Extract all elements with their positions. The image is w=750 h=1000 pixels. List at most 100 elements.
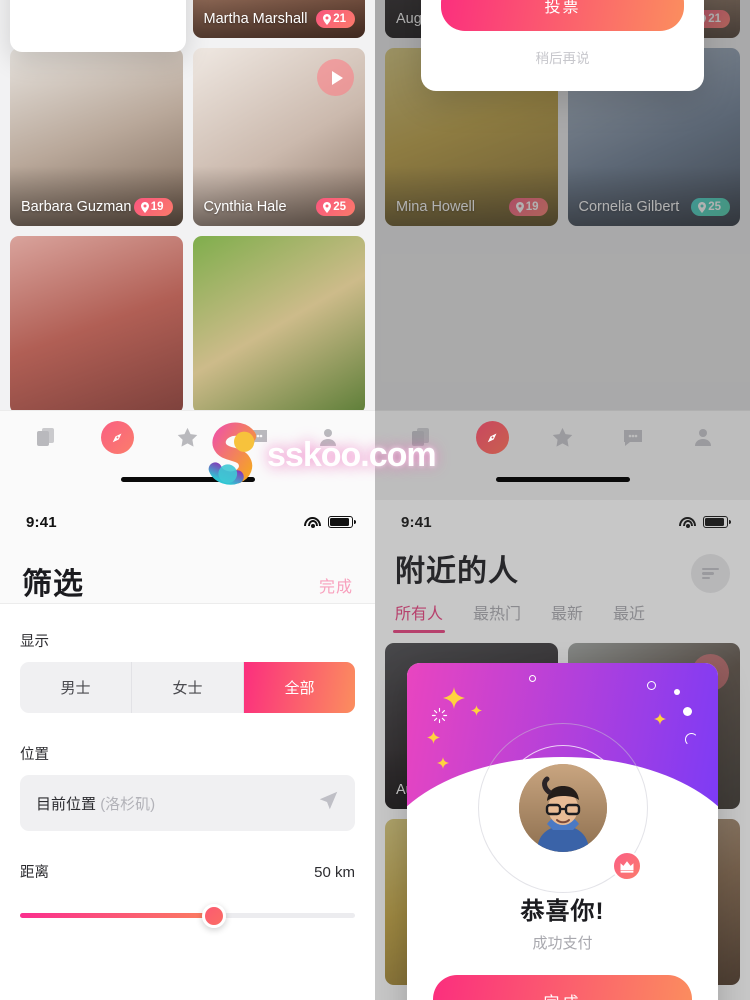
wifi-icon (304, 516, 321, 529)
profile-name: Cynthia Hale (203, 199, 287, 215)
segment-female[interactable]: 女士 (132, 662, 244, 713)
tab-cards[interactable] (387, 425, 457, 449)
discover-left-grid: Martha Marshall 21 Barbara Guzman 19 Cyn… (0, 0, 375, 414)
slider-thumb[interactable] (202, 904, 227, 928)
sparkle-icon (437, 757, 449, 769)
segment-male[interactable]: 男士 (20, 662, 132, 713)
person-icon (316, 425, 340, 449)
location-pin-icon (140, 201, 149, 213)
compass-icon (100, 420, 134, 454)
age-value: 25 (333, 201, 346, 213)
success-title: 恭喜你! (520, 898, 605, 925)
panel-discover-right: Aug 21 Mina Howell 19 Cornelia Gilbert 2… (375, 0, 750, 500)
profile-photo (10, 236, 183, 414)
star-icon (550, 425, 575, 450)
tab-messages[interactable] (598, 425, 668, 449)
filter-header: 筛选 完成 (0, 544, 375, 604)
done-button[interactable]: 完成 (433, 975, 692, 1000)
distance-slider[interactable] (20, 904, 355, 928)
filter-body: 显示 男士 女士 全部 位置 目前位置 (洛杉矶) 距离 50 km (0, 604, 375, 928)
location-pin-icon (323, 201, 332, 213)
profile-card[interactable] (10, 236, 183, 414)
slider-fill (20, 913, 215, 918)
age-badge: 21 (316, 10, 355, 28)
person-icon (691, 425, 715, 449)
panel-discover-left: Martha Marshall 21 Barbara Guzman 19 Cyn… (0, 0, 375, 500)
location-label: 位置 (20, 747, 49, 763)
dot-decoration (683, 707, 692, 716)
sparkle-icon (443, 687, 465, 709)
cards-stack-icon (410, 425, 434, 449)
play-video-icon[interactable] (317, 59, 354, 96)
chat-bubble-icon (621, 425, 645, 449)
star-icon (175, 425, 200, 450)
age-value: 21 (333, 13, 346, 25)
navigation-arrow-icon[interactable] (318, 790, 339, 816)
chat-bubble-icon (246, 425, 270, 449)
sparkle-icon (654, 713, 666, 725)
tab-bar (375, 410, 750, 500)
tab-discover[interactable] (457, 420, 527, 454)
later-link[interactable]: 稍后再说 (441, 47, 684, 67)
distance-label: 距离 (20, 865, 49, 881)
location-input[interactable]: 目前位置 (洛杉矶) (20, 775, 355, 831)
tab-bar-items (375, 411, 750, 463)
location-section: 位置 目前位置 (洛杉矶) (20, 743, 355, 831)
profile-card[interactable] (192, 236, 365, 414)
tab-bar (0, 410, 375, 500)
tab-favorites[interactable] (527, 425, 597, 450)
compass-icon (475, 420, 509, 454)
profile-name: Barbara Guzman (21, 199, 132, 215)
user-avatar (518, 764, 607, 852)
sparkle-icon (471, 705, 482, 716)
status-bar: 9:41 (0, 500, 375, 544)
vote-button[interactable]: 投票 (441, 0, 684, 31)
avatar-rings (477, 723, 648, 893)
success-subtitle: 成功支付 (532, 935, 593, 952)
age-badge: 25 (316, 198, 355, 216)
location-city: (洛杉矶) (100, 795, 156, 813)
avatar (518, 764, 607, 852)
panel-filter: 9:41 筛选 完成 显示 男士 女士 全部 位置 目前位置 (洛杉矶) 距离 … (0, 500, 375, 1000)
photo-gradient-overlay (10, 166, 183, 226)
success-modal: 恭喜你! 成功支付 完成 (407, 663, 718, 1000)
location-current: 目前位置 (36, 795, 97, 813)
age-badge: 19 (133, 198, 173, 216)
panel-nearby: 9:41 附近的人 所有人 最热门 最新 最近 Aug 21 (375, 500, 750, 1000)
home-indicator[interactable] (120, 477, 255, 482)
circle-decoration (647, 681, 656, 690)
location-pin-icon (323, 13, 332, 25)
profile-card[interactable]: Cynthia Hale 25 (192, 48, 365, 226)
arc-decoration (685, 733, 698, 746)
gender-segmented-control: 男士 女士 全部 (20, 662, 355, 713)
status-time: 9:41 (26, 513, 57, 531)
circle-decoration (529, 675, 536, 682)
profile-card[interactable]: Martha Marshall 21 (192, 0, 365, 38)
rating-modal: 投票 稍后再说 (421, 0, 704, 91)
submit-modal: 提交 (10, 0, 186, 52)
profile-card[interactable]: Barbara Guzman 19 (10, 48, 183, 226)
status-icons (304, 516, 356, 529)
done-button[interactable]: 完成 (319, 573, 353, 603)
age-value: 19 (150, 201, 164, 213)
tab-cards[interactable] (12, 425, 82, 449)
sparkle-icon (427, 731, 440, 744)
tab-profile[interactable] (668, 425, 738, 449)
battery-icon (328, 516, 356, 528)
home-indicator[interactable] (495, 477, 630, 482)
profile-name: Martha Marshall (203, 11, 308, 27)
segment-all[interactable]: 全部 (244, 662, 355, 713)
tab-profile[interactable] (293, 425, 363, 449)
tab-discover[interactable] (82, 420, 152, 454)
distance-section: 距离 50 km (20, 861, 355, 928)
location-value: 目前位置 (洛杉矶) (36, 793, 155, 814)
tab-messages[interactable] (223, 425, 293, 449)
page-title: 筛选 (22, 568, 84, 601)
photo-gradient-overlay (192, 166, 365, 226)
cards-stack-icon (35, 425, 59, 449)
display-label: 显示 (20, 634, 49, 650)
tab-favorites[interactable] (152, 425, 222, 450)
distance-header: 距离 50 km (20, 861, 355, 882)
crown-icon (611, 851, 642, 881)
screenshot-canvas: Martha Marshall 21 Barbara Guzman 19 Cyn… (0, 0, 750, 1000)
